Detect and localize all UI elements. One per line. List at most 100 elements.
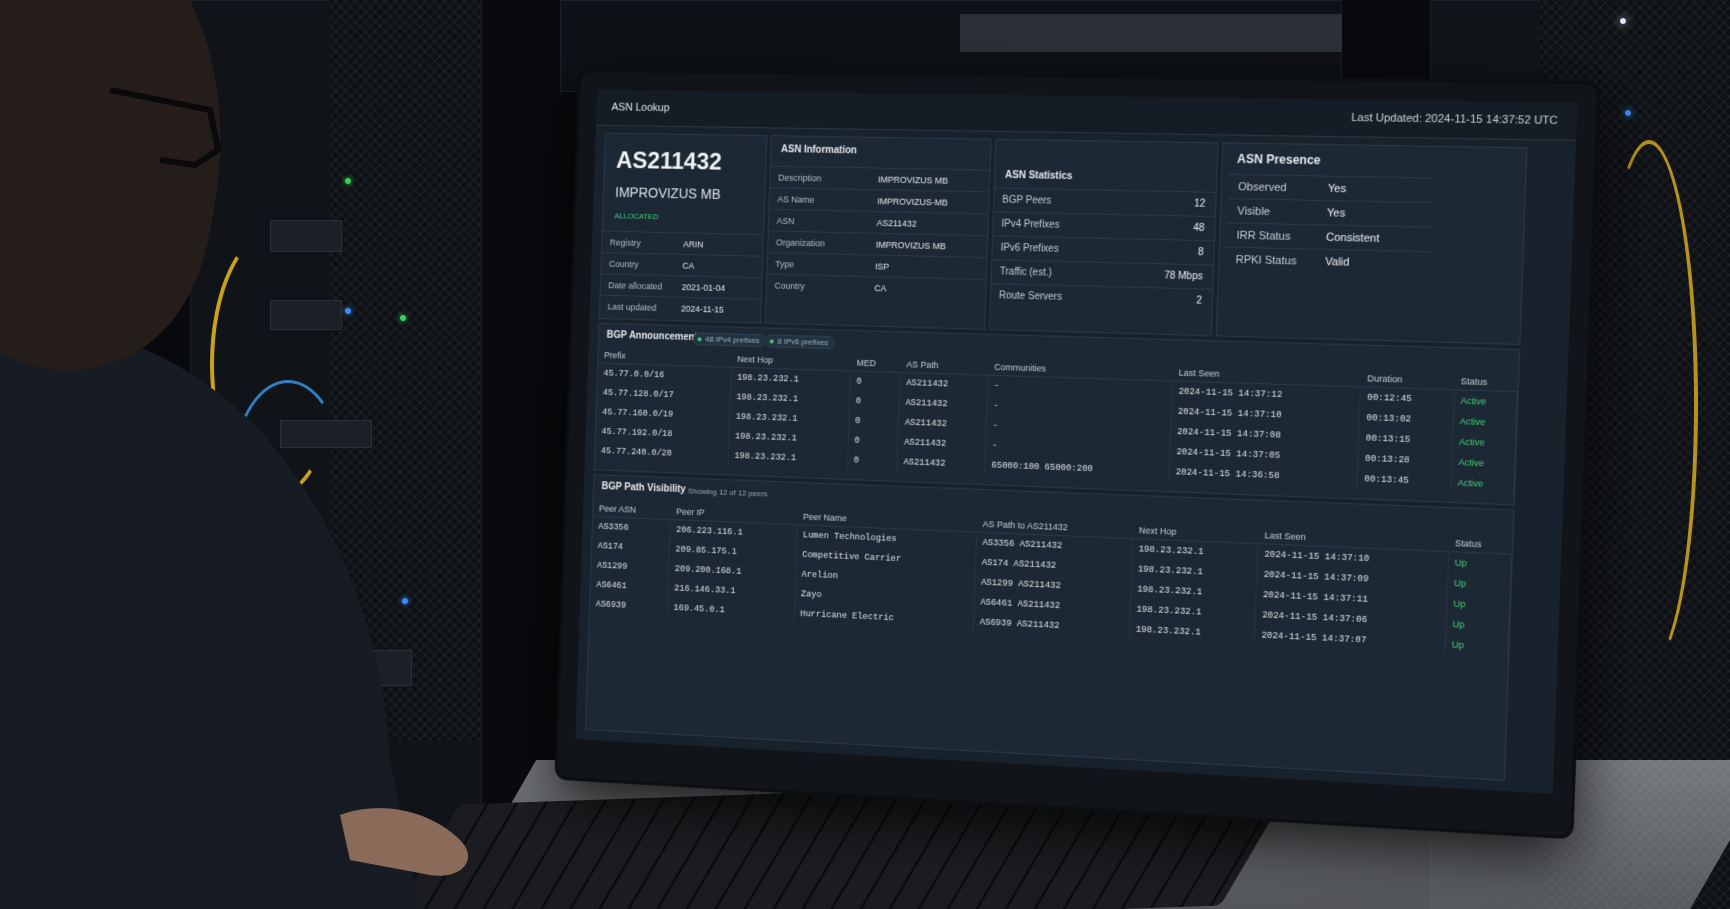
stat-label: IPv4 Prefixes xyxy=(1001,218,1060,231)
duration-cell: 00:13:45 xyxy=(1357,468,1452,493)
stat-value: 2 xyxy=(1196,295,1203,307)
column-header[interactable]: Status xyxy=(1454,372,1518,392)
kv-row: Last updated 2024-11-15 xyxy=(599,294,761,321)
status-cell: Up xyxy=(1446,593,1510,617)
stat-value: 12 xyxy=(1193,198,1206,210)
section-title: ASN Information xyxy=(780,144,857,157)
peer-asn-cell: AS6939 xyxy=(589,594,668,618)
last-updated-text: Last Updated: 2024-11-15 14:37:52 UTC xyxy=(1351,111,1558,128)
yellow-cable-right xyxy=(1600,140,1698,668)
status-cell: Up xyxy=(1445,613,1510,637)
presence-row: RPKI Status Valid xyxy=(1225,246,1431,276)
presence-value: Consistent xyxy=(1325,231,1380,245)
monitor: ASN Lookup Last Updated: 2024-11-15 14:3… xyxy=(557,72,1598,837)
status-cell: Up xyxy=(1444,633,1509,658)
stat-label: Route Servers xyxy=(998,290,1063,303)
kv-label: Date allocated xyxy=(608,279,663,291)
stat-value: 78 Mbps xyxy=(1163,270,1203,283)
asn-registry-table: Registry ARIN Country CA Date allocated 202… xyxy=(599,230,763,321)
kv-label: ASN xyxy=(776,215,795,226)
stat-label: IPv6 Prefixes xyxy=(1000,242,1059,255)
allocation-status-badge: ALLOCATED xyxy=(614,211,659,222)
asn-summary-card: AS211432 IMPROVIZUS MB ALLOCATED Registr… xyxy=(598,132,768,324)
as-path-cell: AS211432 xyxy=(896,452,986,476)
bgp-path-visibility-panel: BGP Path Visibility Showing 12 of 12 pee… xyxy=(585,474,1515,781)
rack-unit-top xyxy=(960,14,1342,52)
bgp-announcements-table: Prefix Next Hop MED AS Path Communities … xyxy=(594,347,1518,496)
section-title: ASN Statistics xyxy=(1004,169,1073,183)
next-hop-cell: 198.23.232.1 xyxy=(727,445,848,471)
page-title: ASN Lookup xyxy=(611,101,670,115)
kv-value: ARIN xyxy=(682,238,704,250)
photo-scene: ASN Lookup Last Updated: 2024-11-15 14:3… xyxy=(0,0,1730,909)
person-silhouette xyxy=(0,0,469,909)
status-cell: Active xyxy=(1450,472,1515,496)
ipv4-prefix-badge[interactable]: 48 IPv4 prefixes xyxy=(692,332,767,348)
presence-label: IRR Status xyxy=(1236,229,1291,243)
presence-label: RPKI Status xyxy=(1235,253,1297,267)
section-title: BGP Path Visibility xyxy=(601,481,686,496)
kv-label: AS Name xyxy=(777,193,815,205)
ipv6-prefix-badge[interactable]: 8 IPv6 prefixes xyxy=(764,334,836,350)
asn-number: AS211432 xyxy=(615,147,723,176)
kv-row: Country CA xyxy=(766,273,986,301)
asn-holder-name: IMPROVIZUS MB xyxy=(614,184,721,202)
stat-value: 48 xyxy=(1192,222,1205,235)
med-cell: 0 xyxy=(847,430,899,453)
column-header[interactable]: MED xyxy=(850,354,901,373)
as-path-cell: AS211432 xyxy=(899,372,989,396)
section-title: ASN Presence xyxy=(1236,151,1321,168)
presence-value: Yes xyxy=(1326,206,1346,220)
status-cell: Up xyxy=(1447,572,1511,596)
kv-value: AS211432 xyxy=(876,217,917,229)
status-cell: Active xyxy=(1451,431,1516,454)
section-title: BGP Announcements xyxy=(606,329,703,344)
med-cell: 0 xyxy=(849,391,900,413)
kv-value: CA xyxy=(874,282,887,293)
prefix-cell: 45.77.240.0/20 xyxy=(594,441,729,466)
status-cell: Up xyxy=(1447,551,1512,576)
status-led xyxy=(1625,110,1631,116)
dashboard-screen: ASN Lookup Last Updated: 2024-11-15 14:3… xyxy=(575,89,1578,794)
kv-value: 2024-11-15 xyxy=(680,303,725,315)
status-cell: Active xyxy=(1453,389,1518,413)
med-cell: 0 xyxy=(847,450,898,472)
kv-label: Last updated xyxy=(607,301,657,313)
peer-count-text: Showing 12 of 12 peers xyxy=(687,486,768,499)
kv-label: Type xyxy=(775,258,795,269)
status-led xyxy=(1620,18,1626,24)
status-cell: Active xyxy=(1451,451,1515,475)
kv-value: 2021-01-04 xyxy=(681,281,726,293)
asn-presence-panel: ASN Presence Observed Yes Visible Yes IRR … xyxy=(1215,142,1528,345)
stat-row: Route Servers 2 xyxy=(990,283,1213,313)
kv-label: Country xyxy=(774,280,805,291)
duration-cell: 00:12:45 xyxy=(1360,386,1455,411)
top-bar: ASN Lookup Last Updated: 2024-11-15 14:3… xyxy=(595,89,1578,141)
status-cell: Active xyxy=(1452,410,1517,434)
bgp-path-visibility-table: Peer ASN Peer IP Peer Name AS Path to AS… xyxy=(589,500,1513,658)
presence-label: Visible xyxy=(1237,204,1271,218)
kv-value: CA xyxy=(682,260,695,271)
kv-value: IMPROVIZUS-MB xyxy=(877,195,948,208)
kv-value: IMPROVIZUS MB xyxy=(877,174,949,186)
asn-information-panel: ASN Information Description IMPROVIZUS MB… xyxy=(764,135,992,330)
bgp-announcements-panel: BGP Announcements 48 IPv4 prefixes 8 IPv… xyxy=(593,322,1521,506)
presence-value: Valid xyxy=(1324,255,1350,269)
presence-value: Yes xyxy=(1327,182,1347,195)
med-cell: 0 xyxy=(848,410,899,433)
kv-label: Country xyxy=(608,258,639,269)
kv-label: Description xyxy=(778,172,822,183)
person-head xyxy=(0,0,221,371)
asn-statistics-table: BGP Peers 12 IPv4 Prefixes 48 IPv6 Prefixe… xyxy=(990,187,1216,313)
stat-label: BGP Peers xyxy=(1002,194,1052,207)
presence-label: Observed xyxy=(1237,180,1287,194)
asn-presence-table: Observed Yes Visible Yes IRR Status Consist… xyxy=(1225,173,1434,276)
stat-value: 8 xyxy=(1197,247,1204,259)
kv-value: ISP xyxy=(874,260,890,272)
stat-label: Traffic (est.) xyxy=(999,266,1052,279)
asn-statistics-panel: ASN Statistics BGP Peers 12 IPv4 Prefixes… xyxy=(988,138,1219,337)
asn-information-table: Description IMPROVIZUS MB AS Name IMPROVIZ… xyxy=(766,165,990,301)
kv-value: IMPROVIZUS MB xyxy=(875,239,946,251)
kv-label: Organization xyxy=(775,236,826,248)
kv-label: Registry xyxy=(609,237,641,248)
